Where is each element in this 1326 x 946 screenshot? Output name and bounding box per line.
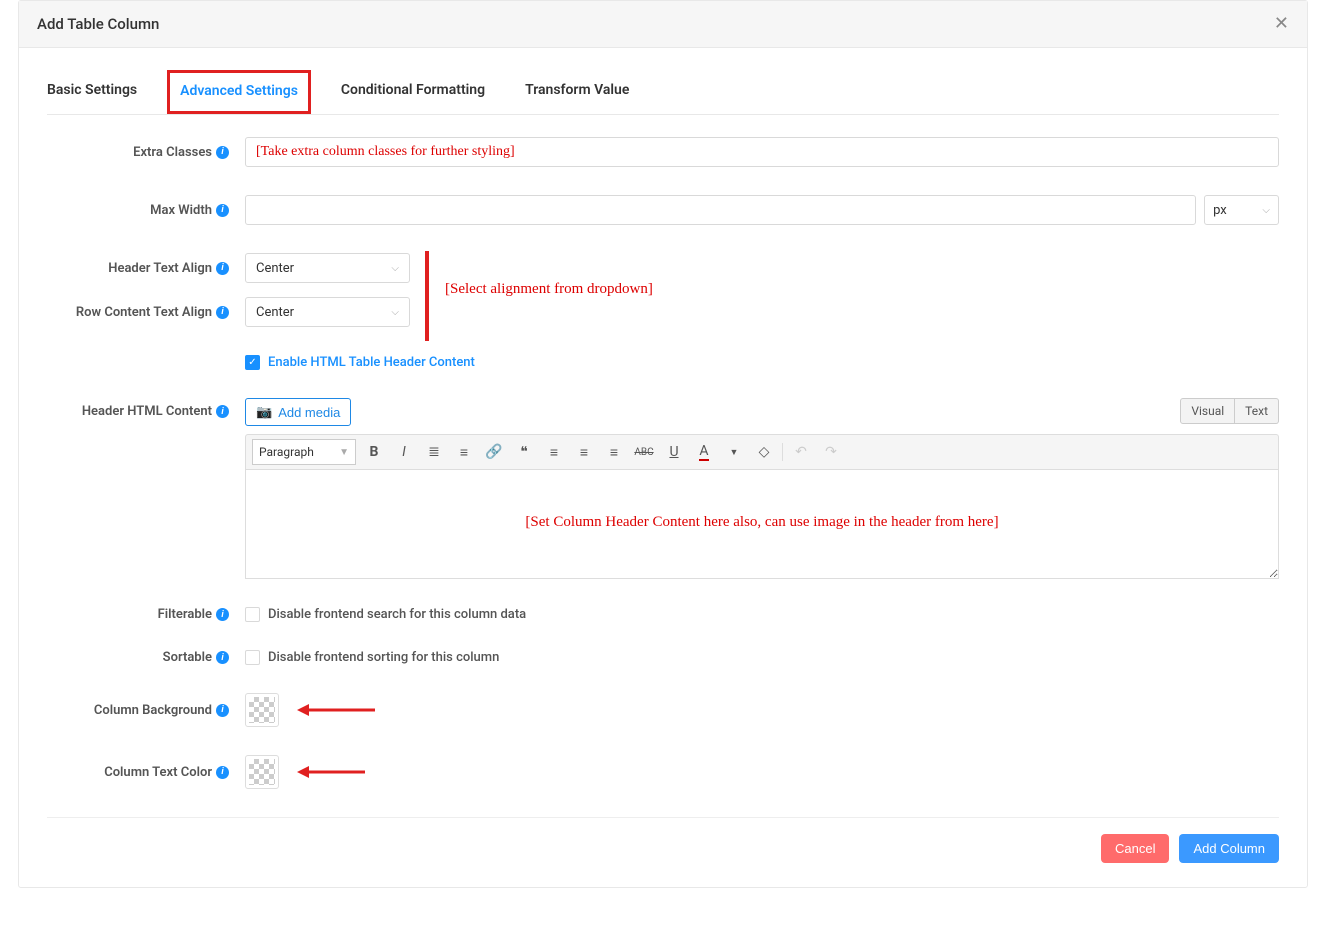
transparent-swatch-icon xyxy=(249,697,275,723)
add-column-button[interactable]: Add Column xyxy=(1179,834,1279,863)
undo-icon[interactable]: ↶ xyxy=(789,440,813,464)
label-filterable: Filterable i xyxy=(47,607,235,622)
annotation-arrow-icon xyxy=(297,765,365,780)
enable-html-header-checkbox[interactable]: ✓ xyxy=(245,355,260,370)
row-enable-html-header: ✓ Enable HTML Table Header Content xyxy=(47,355,1279,370)
editor-tab-text[interactable]: Text xyxy=(1235,398,1279,424)
editor-mode-tabs: Visual Text xyxy=(1180,398,1279,424)
annotation-text: [Take extra column classes for further s… xyxy=(256,144,515,160)
tab-conditional-formatting[interactable]: Conditional Formatting xyxy=(341,72,485,114)
info-icon[interactable]: i xyxy=(216,651,229,664)
annotation-text: [Set Column Header Content here also, ca… xyxy=(525,514,998,530)
filterable-checkbox[interactable] xyxy=(245,607,260,622)
tab-basic-settings[interactable]: Basic Settings xyxy=(47,72,137,114)
text-color-chevron-icon[interactable]: ▼ xyxy=(722,440,746,464)
media-icon: 📷 xyxy=(256,404,272,420)
column-background-color-picker[interactable] xyxy=(245,693,279,727)
max-width-input[interactable] xyxy=(245,195,1196,225)
sortable-checkbox-label: Disable frontend sorting for this column xyxy=(268,650,499,665)
resize-handle-icon[interactable] xyxy=(1264,564,1276,576)
enable-html-header-label: Enable HTML Table Header Content xyxy=(268,355,475,370)
annotation-text: [Select alignment from dropdown] xyxy=(445,281,653,298)
align-left-icon[interactable]: ≡ xyxy=(542,440,566,464)
info-icon[interactable]: i xyxy=(216,405,229,418)
redo-icon[interactable]: ↷ xyxy=(819,440,843,464)
numbered-list-icon[interactable]: ≡ xyxy=(452,440,476,464)
bullet-list-icon[interactable]: ≣ xyxy=(422,440,446,464)
info-icon[interactable]: i xyxy=(216,146,229,159)
tab-transform-value[interactable]: Transform Value xyxy=(525,72,629,114)
label-header-html-content: Header HTML Content i xyxy=(47,398,235,419)
dialog-footer: Cancel Add Column xyxy=(47,817,1279,869)
label-sortable: Sortable i xyxy=(47,650,235,665)
sortable-checkbox[interactable] xyxy=(245,650,260,665)
chevron-down-icon: ⌵ xyxy=(391,307,399,318)
chevron-down-icon: ⌵ xyxy=(1262,205,1270,216)
info-icon[interactable]: i xyxy=(216,704,229,717)
chevron-down-icon: ▼ xyxy=(339,447,349,458)
clear-formatting-icon[interactable]: ◇ xyxy=(752,440,776,464)
editor-toolbar: Paragraph ▼ B I ≣ ≡ 🔗 ❝ ≡ ≡ ≡ ABC U xyxy=(245,434,1279,469)
tabs-bar: Basic Settings Advanced Settings Conditi… xyxy=(47,72,1279,115)
tab-advanced-label: Advanced Settings xyxy=(180,75,298,107)
label-column-background: Column Background i xyxy=(47,703,235,718)
dialog-title: Add Table Column xyxy=(37,15,159,33)
close-icon[interactable]: ✕ xyxy=(1274,15,1289,33)
info-icon[interactable]: i xyxy=(216,608,229,621)
row-sortable: Sortable i Disable frontend sorting for … xyxy=(47,650,1279,665)
info-icon[interactable]: i xyxy=(216,262,229,275)
row-max-width: Max Width i px ⌵ xyxy=(47,195,1279,225)
row-extra-classes: Extra Classes i [Take extra column class… xyxy=(47,137,1279,167)
cancel-button[interactable]: Cancel xyxy=(1101,834,1169,863)
align-center-icon[interactable]: ≡ xyxy=(572,440,596,464)
annotation-bar xyxy=(425,251,429,341)
text-color-icon[interactable]: A xyxy=(692,440,716,464)
column-text-color-picker[interactable] xyxy=(245,755,279,789)
bold-icon[interactable]: B xyxy=(362,440,386,464)
row-align-select[interactable]: Center ⌵ xyxy=(245,297,410,327)
info-icon[interactable]: i xyxy=(216,306,229,319)
info-icon[interactable]: i xyxy=(216,204,229,217)
tab-advanced-settings[interactable]: Advanced Settings xyxy=(167,70,311,114)
extra-classes-input[interactable]: [Take extra column classes for further s… xyxy=(245,137,1279,167)
label-extra-classes: Extra Classes i xyxy=(47,145,235,160)
info-icon[interactable]: i xyxy=(216,766,229,779)
add-table-column-dialog: Add Table Column ✕ Basic Settings Advanc… xyxy=(18,0,1308,888)
annotation-arrow-icon xyxy=(297,703,375,718)
label-max-width: Max Width i xyxy=(47,203,235,218)
chevron-down-icon: ⌵ xyxy=(391,263,399,274)
label-column-text-color: Column Text Color i xyxy=(47,765,235,780)
row-row-content-align: Row Content Text Align i Center ⌵ xyxy=(47,297,1279,327)
header-align-select[interactable]: Center ⌵ xyxy=(245,253,410,283)
dialog-header: Add Table Column ✕ xyxy=(19,1,1307,48)
editor-content-area[interactable]: [Set Column Header Content here also, ca… xyxy=(245,469,1279,579)
quote-icon[interactable]: ❝ xyxy=(512,440,536,464)
row-header-text-align: Header Text Align i Center ⌵ [Select ali… xyxy=(47,253,1279,283)
transparent-swatch-icon xyxy=(249,759,275,785)
row-column-text-color: Column Text Color i xyxy=(47,755,1279,789)
add-media-button[interactable]: 📷 Add media xyxy=(245,398,351,426)
label-header-align: Header Text Align i xyxy=(47,261,235,276)
strikethrough-icon[interactable]: ABC xyxy=(632,440,656,464)
format-select[interactable]: Paragraph ▼ xyxy=(252,439,356,465)
filterable-checkbox-label: Disable frontend search for this column … xyxy=(268,607,526,622)
italic-icon[interactable]: I xyxy=(392,440,416,464)
editor-tab-visual[interactable]: Visual xyxy=(1180,398,1235,424)
row-filterable: Filterable i Disable frontend search for… xyxy=(47,607,1279,622)
row-header-html-content: Header HTML Content i 📷 Add media Visual… xyxy=(47,398,1279,579)
label-row-align: Row Content Text Align i xyxy=(47,305,235,320)
align-right-icon[interactable]: ≡ xyxy=(602,440,626,464)
row-column-background: Column Background i xyxy=(47,693,1279,727)
max-width-unit-select[interactable]: px ⌵ xyxy=(1204,195,1279,225)
underline-icon[interactable]: U xyxy=(662,440,686,464)
link-icon[interactable]: 🔗 xyxy=(482,440,506,464)
